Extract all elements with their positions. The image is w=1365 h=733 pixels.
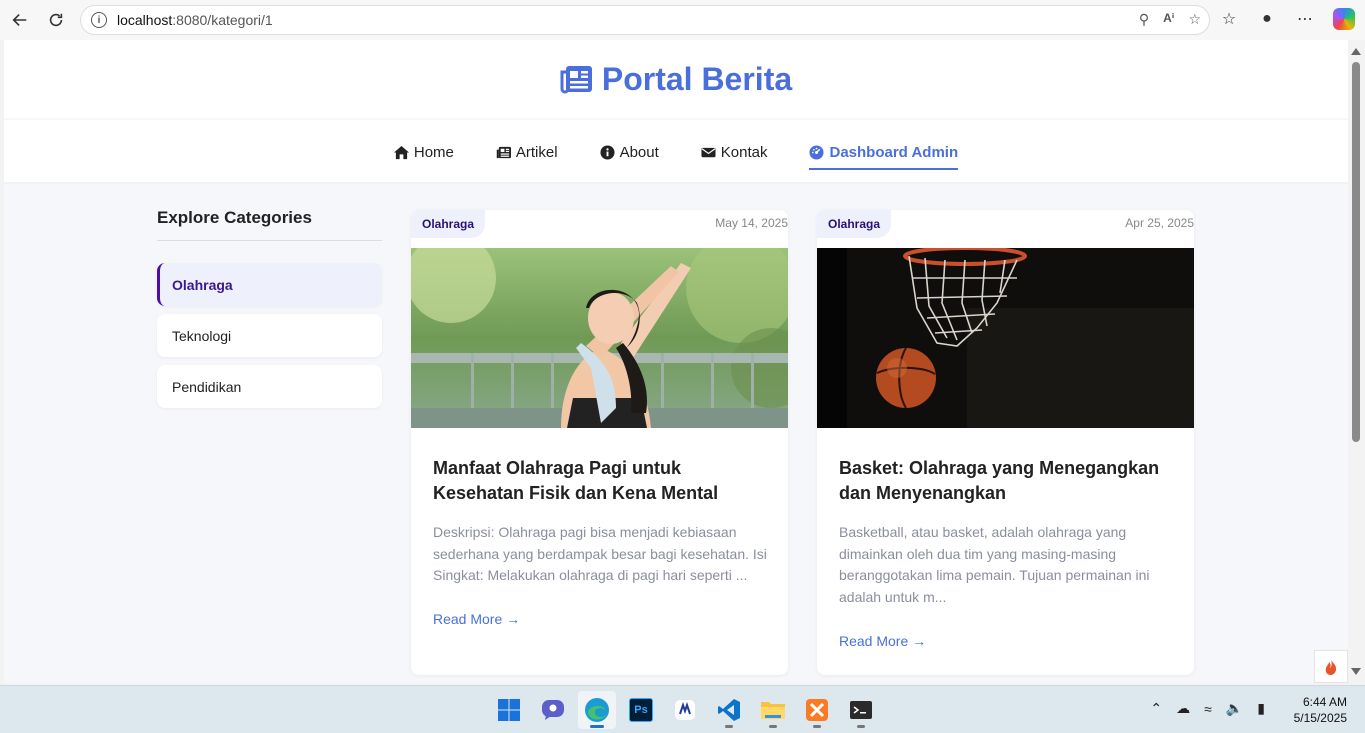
category-label: Pendidikan bbox=[172, 378, 242, 395]
article-title[interactable]: Manfaat Olahraga Pagi untuk Kesehatan Fi… bbox=[433, 456, 773, 506]
url-path: :8080/kategori/1 bbox=[172, 12, 273, 28]
category-pendidikan[interactable]: Pendidikan bbox=[157, 365, 382, 408]
volume-icon[interactable]: 🔈 bbox=[1226, 700, 1243, 717]
nav-about[interactable]: About bbox=[600, 136, 659, 166]
category-teknologi[interactable]: Teknologi bbox=[157, 314, 382, 357]
article-title[interactable]: Basket: Olahraga yang Menegangkan dan Me… bbox=[839, 456, 1179, 506]
start-icon[interactable] bbox=[490, 691, 528, 729]
favorites-icon[interactable]: ☆ bbox=[1219, 9, 1239, 29]
nav-artikel[interactable]: Artikel bbox=[496, 136, 558, 166]
browser-toolbar: i localhost:8080/kategori/1 ⚲ Aⁱ ☆ ☆ ● ⋯ bbox=[0, 0, 1365, 40]
nav-about-label: About bbox=[619, 143, 659, 161]
brand-title: Portal Berita bbox=[601, 60, 793, 97]
read-aloud-icon[interactable]: Aⁱ bbox=[1163, 11, 1174, 28]
profile-icon[interactable]: ● bbox=[1257, 10, 1277, 28]
address-bar[interactable]: i localhost:8080/kategori/1 ⚲ Aⁱ ☆ bbox=[80, 5, 1210, 35]
reload-icon[interactable] bbox=[38, 2, 74, 38]
photoshop-icon[interactable]: Ps bbox=[622, 691, 660, 729]
info-icon bbox=[600, 144, 615, 160]
zoom-icon[interactable]: ⚲ bbox=[1139, 11, 1149, 28]
article-date: Apr 25, 2025 bbox=[1125, 216, 1194, 230]
category-sidebar: Explore Categories Olahraga Teknologi Pe… bbox=[157, 208, 382, 408]
tray-chevron-icon[interactable]: ⌃ bbox=[1150, 700, 1162, 717]
scroll-up-icon[interactable] bbox=[1351, 48, 1361, 55]
clock-time: 6:44 AM bbox=[1302, 695, 1347, 709]
fire-icon[interactable] bbox=[1314, 650, 1348, 683]
nav-home[interactable]: Home bbox=[393, 136, 454, 166]
site-info-icon[interactable]: i bbox=[91, 12, 107, 28]
newspaper-icon bbox=[560, 66, 592, 94]
copilot-icon[interactable] bbox=[1333, 8, 1355, 30]
category-badge: Olahraga bbox=[411, 210, 486, 238]
site-header: Portal Berita bbox=[4, 40, 1348, 118]
article-excerpt: Deskripsi: Olahraga pagi bisa menjadi ke… bbox=[433, 524, 767, 583]
home-icon bbox=[393, 145, 409, 160]
envelope-icon bbox=[701, 145, 716, 160]
page-viewport: Portal Berita Home Artikel About Kontak … bbox=[4, 40, 1348, 683]
article-excerpt: Basketball, atau basket, adalah olahraga… bbox=[839, 524, 1150, 605]
article-image[interactable] bbox=[817, 248, 1194, 428]
taskbar: Ps ⌃ ☁ ≈ 🔈 ▮ 6:44 AM 5/15/2025 bbox=[0, 685, 1365, 733]
newspaper-icon bbox=[496, 145, 511, 160]
nav-home-label: Home bbox=[413, 143, 454, 161]
category-olahraga[interactable]: Olahraga bbox=[157, 263, 382, 306]
article-card[interactable]: Olahraga May 14, 2025 Manfaat Olahraga P… bbox=[411, 210, 788, 675]
file-explorer-icon[interactable] bbox=[754, 691, 792, 729]
edge-browser-icon[interactable] bbox=[578, 691, 616, 729]
system-clock[interactable]: 6:44 AM 5/15/2025 bbox=[1294, 694, 1347, 726]
vscode-icon[interactable] bbox=[710, 691, 748, 729]
category-label: Teknologi bbox=[172, 327, 232, 344]
article-date: May 14, 2025 bbox=[715, 216, 788, 230]
article-card[interactable]: Olahraga Apr 25, 2025 Basket: Olahraga y… bbox=[817, 210, 1194, 675]
wifi-icon[interactable]: ≈ bbox=[1204, 701, 1212, 717]
read-more-link[interactable]: Read More → bbox=[433, 611, 520, 627]
battery-icon[interactable]: ▮ bbox=[1257, 700, 1265, 717]
dashboard-icon bbox=[809, 144, 825, 160]
category-badge: Olahraga bbox=[817, 210, 892, 238]
main-nav: Home Artikel About Kontak Dashboard Admi… bbox=[4, 120, 1348, 182]
clock-date: 5/15/2025 bbox=[1293, 711, 1347, 725]
nav-kontak-label: Kontak bbox=[720, 143, 768, 161]
scroll-down-icon[interactable] bbox=[1351, 668, 1361, 675]
back-icon[interactable] bbox=[2, 2, 38, 38]
nav-dashboard-label: Dashboard Admin bbox=[829, 143, 959, 161]
read-more-link[interactable]: Read More → bbox=[839, 633, 926, 649]
chat-app-icon[interactable] bbox=[534, 691, 572, 729]
page-scrollbar[interactable] bbox=[1348, 40, 1365, 683]
url-host: localhost bbox=[117, 12, 173, 28]
xampp-icon[interactable] bbox=[798, 691, 836, 729]
nav-dashboard-admin[interactable]: Dashboard Admin bbox=[809, 136, 959, 170]
nav-artikel-label: Artikel bbox=[515, 143, 558, 161]
favorite-star-icon[interactable]: ☆ bbox=[1188, 11, 1201, 28]
sidebar-title: Explore Categories bbox=[157, 208, 382, 241]
more-menu-icon[interactable]: ⋯ bbox=[1295, 9, 1315, 29]
onedrive-icon[interactable]: ☁ bbox=[1176, 700, 1190, 717]
scroll-thumb[interactable] bbox=[1352, 62, 1360, 442]
brand-logo[interactable]: Portal Berita bbox=[560, 61, 792, 98]
terminal-icon[interactable] bbox=[842, 691, 880, 729]
article-image[interactable] bbox=[411, 248, 788, 428]
ai-assistant-icon[interactable] bbox=[666, 691, 704, 729]
category-label: Olahraga bbox=[172, 276, 233, 293]
nav-kontak[interactable]: Kontak bbox=[701, 136, 768, 166]
